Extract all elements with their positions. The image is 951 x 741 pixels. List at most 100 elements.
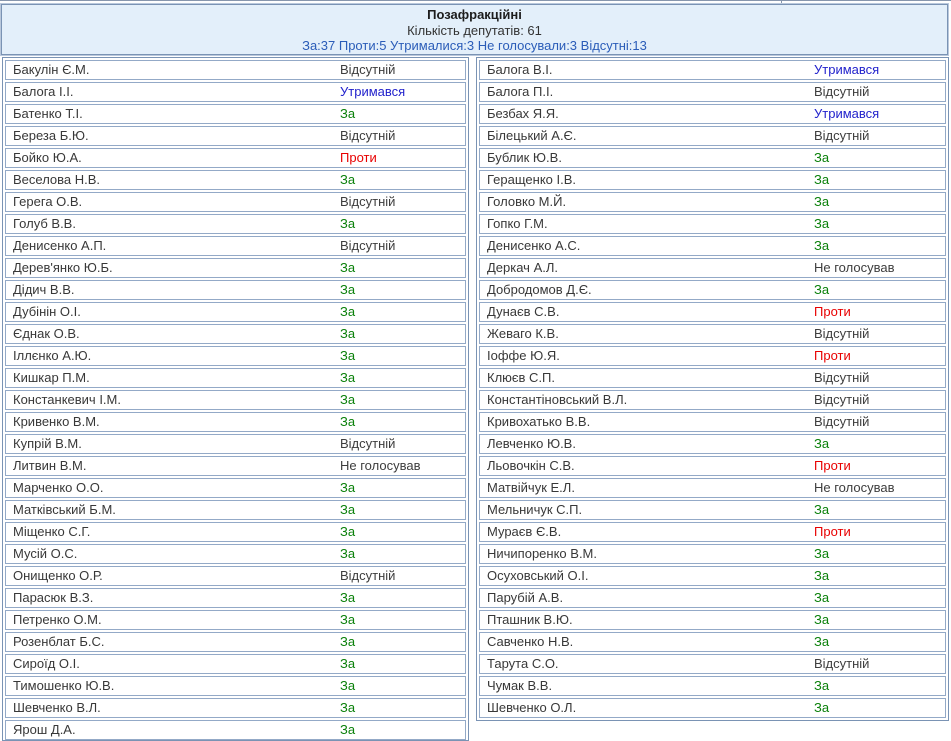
deputy-row: Головко М.Й.За xyxy=(479,192,946,212)
deputy-row: Матківський Б.М.За xyxy=(5,500,466,520)
deputy-name: Пташник В.Ю. xyxy=(487,611,573,629)
faction-header: Позафракційні Кількість депутатів: 61 За… xyxy=(1,4,948,55)
vote-value: Відсутній xyxy=(814,369,869,387)
deputy-name: Кривохатько В.В. xyxy=(487,413,590,431)
deputy-row: Савченко Н.В.За xyxy=(479,632,946,652)
deputy-name: Осуховський О.І. xyxy=(487,567,589,585)
deputy-name: Іллєнко А.Ю. xyxy=(13,347,91,365)
deputy-name: Сироїд О.І. xyxy=(13,655,80,673)
vote-value: За xyxy=(340,171,355,189)
vote-value: За xyxy=(340,501,355,519)
deputy-row: Гопко Г.М.За xyxy=(479,214,946,234)
deputy-name: Балога І.І. xyxy=(13,83,73,101)
deputy-row: Голуб В.В.За xyxy=(5,214,466,234)
deputy-name: Дідич В.В. xyxy=(13,281,75,299)
deputy-name: Ничипоренко В.М. xyxy=(487,545,597,563)
deputy-name: Бойко Ю.А. xyxy=(13,149,82,167)
deputy-row: Береза Б.Ю. Відсутній xyxy=(5,126,466,146)
vote-value: За xyxy=(814,171,829,189)
deputy-row: Клюєв С.П. Відсутній xyxy=(479,368,946,388)
deputy-name: Голуб В.В. xyxy=(13,215,76,233)
deputy-row: Чумак В.В.За xyxy=(479,676,946,696)
deputy-row: Сироїд О.І. За xyxy=(5,654,466,674)
deputy-name: Добродомов Д.Є. xyxy=(487,281,592,299)
vote-value: За xyxy=(340,699,355,717)
vote-value: За xyxy=(340,391,355,409)
deputies-table-right: Балога В.І.УтримавсяБалога П.І.Відсутній… xyxy=(476,57,949,721)
deputy-name: Парасюк В.З. xyxy=(13,589,93,607)
deputy-row: Добродомов Д.Є. За xyxy=(479,280,946,300)
vote-value: Відсутній xyxy=(340,127,395,145)
deputy-row: Мельничук С.П.За xyxy=(479,500,946,520)
deputy-name: Клюєв С.П. xyxy=(487,369,555,387)
deputy-row: Левченко Ю.В.За xyxy=(479,434,946,454)
deputy-row: Бойко Ю.А.Проти xyxy=(5,148,466,168)
deputy-name: Балога П.І. xyxy=(487,83,553,101)
deputy-name: Геращенко І.В. xyxy=(487,171,576,189)
deputy-name: Герега О.В. xyxy=(13,193,82,211)
deputy-row: Дерев'янко Ю.Б.За xyxy=(5,258,466,278)
deputy-name: Іоффе Ю.Я. xyxy=(487,347,560,365)
deputy-name: Білецький А.Є. xyxy=(487,127,577,145)
deputy-name: Тарута С.О. xyxy=(487,655,559,673)
deputy-name: Литвин В.М. xyxy=(13,457,86,475)
vote-value: За xyxy=(814,281,829,299)
deputy-row: Балога І.І. Утримався xyxy=(5,82,466,102)
vote-value: За xyxy=(340,479,355,497)
vote-value: Відсутній xyxy=(814,655,869,673)
deputy-name: Бакулін Є.М. xyxy=(13,61,89,79)
deputy-name: Жеваго К.В. xyxy=(487,325,559,343)
deputy-name: Головко М.Й. xyxy=(487,193,566,211)
vote-value: За xyxy=(340,545,355,563)
vote-value: Проти xyxy=(814,347,851,365)
deputy-row: Розенблат Б.С.За xyxy=(5,632,466,652)
deputy-row: Пташник В.Ю.За xyxy=(479,610,946,630)
deputy-name: Купрій В.М. xyxy=(13,435,82,453)
deputy-row: Онищенко О.Р.Відсутній xyxy=(5,566,466,586)
deputy-name: Гопко Г.М. xyxy=(487,215,548,233)
deputy-name: Деркач А.Л. xyxy=(487,259,558,277)
deputy-row: Осуховський О.І.За xyxy=(479,566,946,586)
deputy-row: Марченко О.О.За xyxy=(5,478,466,498)
deputy-name: Дунаєв С.В. xyxy=(487,303,559,321)
deputies-table-left: Бакулін Є.М. Відсутній Балога І.І. Утримавс… xyxy=(2,57,469,741)
vote-value: Відсутній xyxy=(814,325,869,343)
deputy-row: Веселова Н.В.За xyxy=(5,170,466,190)
deputy-name: Кривенко В.М. xyxy=(13,413,100,431)
deputy-row: Батенко Т.І.За xyxy=(5,104,466,124)
deputy-name: Шевченко В.Л. xyxy=(13,699,101,717)
deputy-name: Онищенко О.Р. xyxy=(13,567,103,585)
deputy-row: Безбах Я.Я.Утримався xyxy=(479,104,946,124)
deputy-row: Купрій В.М.Відсутній xyxy=(5,434,466,454)
deputy-name: Тимошенко Ю.В. xyxy=(13,677,114,695)
deputy-name: Денисенко А.П. xyxy=(13,237,106,255)
deputy-row: Мураєв Є.В.Проти xyxy=(479,522,946,542)
deputy-row: Матвійчук Е.Л.Не голосував xyxy=(479,478,946,498)
deputy-row: Шевченко О.Л.За xyxy=(479,698,946,718)
vote-value: Проти xyxy=(814,457,851,475)
deputy-row: Тарута С.О. Відсутній xyxy=(479,654,946,674)
vote-value: За xyxy=(340,655,355,673)
vote-value: За xyxy=(340,611,355,629)
deputy-name: Ярош Д.А. xyxy=(13,721,76,739)
vote-value: Утримався xyxy=(814,105,879,123)
deputy-name: Левченко Ю.В. xyxy=(487,435,576,453)
vote-value: За xyxy=(340,523,355,541)
vote-value: Утримався xyxy=(340,83,405,101)
deputy-name: Береза Б.Ю. xyxy=(13,127,89,145)
deputy-name: Єднак О.В. xyxy=(13,325,80,343)
vote-value: За xyxy=(814,589,829,607)
deputy-name: Парубій А.В. xyxy=(487,589,563,607)
deputy-row: Деркач А.Л.Не голосував xyxy=(479,258,946,278)
vote-value: За xyxy=(814,149,829,167)
vote-value: Відсутній xyxy=(340,237,395,255)
deputy-row: Жеваго К.В. Відсутній xyxy=(479,324,946,344)
deputy-row: Льовочкін С.В.Проти xyxy=(479,456,946,476)
vote-value: Відсутній xyxy=(814,127,869,145)
deputy-row: Денисенко А.П. Відсутній xyxy=(5,236,466,256)
deputy-row: Литвин В.М.Не голосував xyxy=(5,456,466,476)
deputies-count: Кількість депутатів: 61 xyxy=(2,23,947,38)
vote-value: За xyxy=(340,369,355,387)
deputy-row: Ярош Д.А.За xyxy=(5,720,466,740)
deputy-row: Герега О.В.Відсутній xyxy=(5,192,466,212)
